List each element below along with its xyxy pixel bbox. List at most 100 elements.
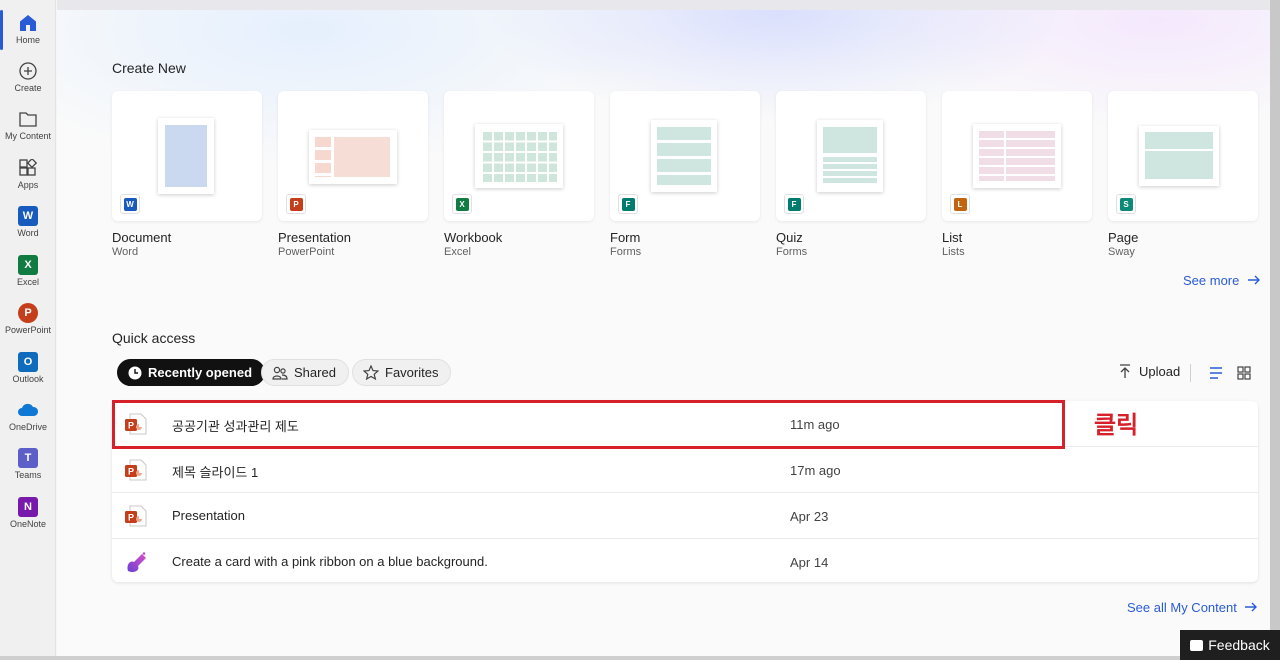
excel-icon: X [18,255,38,275]
window-edge-bottom [0,656,1280,660]
create-card-presentation[interactable]: P [278,91,428,221]
see-all-content-link[interactable]: See all My Content [1127,600,1258,616]
powerpoint-icon: P [18,303,38,323]
word-icon: W [18,206,38,226]
rail-teams[interactable]: T Teams [0,441,56,489]
create-card-list[interactable]: L [942,91,1092,221]
create-card-form[interactable]: F [610,91,760,221]
rail-my-content[interactable]: My Content [0,102,56,150]
card-subtitle: Excel [444,246,471,258]
powerpoint-file-icon: P [124,412,148,436]
card-title: Form [610,230,641,245]
feedback-icon [1190,639,1204,651]
file-row[interactable]: P Presentation Apr 23 [112,493,1258,539]
powerpoint-file-icon: P [124,504,148,528]
onenote-icon: N [18,497,38,517]
upload-icon [1119,364,1131,379]
svg-text:P: P [128,421,134,431]
word-badge-icon: W [120,194,140,214]
top-strip [57,0,1270,10]
left-rail: Home Create My Content Apps W Word X Exc… [0,0,56,660]
rail-label: Home [15,35,40,45]
toolbar-divider [1190,364,1191,382]
quiz-thumbnail [817,120,883,192]
file-row[interactable]: P 공공기관 성과관리 제도 11m ago [112,401,1258,447]
rail-label: Create [14,83,42,93]
file-row[interactable]: P 제목 슬라이드 1 17m ago [112,447,1258,493]
create-card-page[interactable]: S [1108,91,1258,221]
card-title: Quiz [776,230,803,245]
presentation-thumbnail [309,130,397,184]
rail-word[interactable]: W Word [0,199,56,247]
powerpoint-file-icon: P [124,458,148,482]
sway-thumbnail [1139,126,1219,186]
see-more-link[interactable]: See more [1183,273,1261,289]
rail-label: Teams [14,470,42,480]
workbook-thumbnail [475,124,563,188]
create-new-title: Create New [112,60,186,76]
rail-label: Apps [17,180,39,190]
create-card-quiz[interactable]: F [776,91,926,221]
svg-text:P: P [128,513,134,523]
document-thumbnail [158,118,214,194]
tab-favorites[interactable]: Favorites [352,359,452,386]
svg-text:P: P [128,467,134,477]
rail-apps[interactable]: Apps [0,151,56,199]
rail-home[interactable]: Home [0,6,56,54]
window-edge [1270,0,1280,660]
main-content: Create New W P X F F L S Document Word P… [57,0,1270,660]
plus-circle-icon [17,60,39,82]
rail-excel[interactable]: X Excel [0,248,56,296]
rail-label: Word [17,228,39,238]
file-row[interactable]: Create a card with a pink ribbon on a bl… [112,539,1258,582]
tab-recently-opened[interactable]: Recently opened [117,359,266,386]
rail-label: OneDrive [8,422,47,432]
clock-icon [128,366,142,380]
excel-badge-icon: X [452,194,472,214]
card-subtitle: PowerPoint [278,246,335,258]
file-time: 17m ago [790,463,841,478]
teams-icon: T [18,448,38,468]
card-title: Document [112,230,172,245]
recent-file-list: P 공공기관 성과관리 제도 11m ago P 제목 슬라이드 1 17m a… [112,401,1258,582]
form-thumbnail [651,120,717,192]
rail-label: Excel [16,277,39,287]
tab-shared[interactable]: Shared [261,359,349,386]
feedback-button[interactable]: Feedback [1180,630,1280,660]
create-card-workbook[interactable]: X [444,91,594,221]
file-name: Presentation [172,508,245,523]
card-title: List [942,230,963,245]
rail-label: OneNote [9,519,47,529]
card-subtitle: Forms [776,246,808,258]
file-name: 공공기관 성과관리 제도 [172,419,299,434]
upload-button[interactable]: Upload [1119,364,1180,379]
apps-icon [17,157,39,179]
powerpoint-badge-icon: P [286,194,306,214]
list-view-icon [1209,367,1223,379]
file-time: 11m ago [790,417,840,432]
file-name: 제목 슬라이드 1 [172,465,259,480]
rail-outlook[interactable]: O Outlook [0,345,56,393]
rail-onenote[interactable]: N OneNote [0,490,56,538]
rail-onedrive[interactable]: OneDrive [0,393,56,441]
rail-powerpoint[interactable]: P PowerPoint [0,296,56,344]
forms-badge-icon: F [618,194,638,214]
grid-view-button[interactable] [1234,364,1254,382]
card-title: Page [1108,230,1139,245]
card-title: Workbook [444,230,503,245]
grid-view-icon [1237,366,1251,380]
lists-badge-icon: L [950,194,970,214]
card-subtitle: Word [112,246,139,258]
forms-badge-icon: F [784,194,804,214]
list-view-button[interactable] [1206,364,1226,382]
home-icon [17,12,39,34]
star-icon [363,365,379,380]
file-name: Create a card with a pink ribbon on a bl… [172,554,488,569]
folder-icon [17,108,39,130]
quick-access-title: Quick access [112,330,196,346]
create-card-document[interactable]: W [112,91,262,221]
card-subtitle: Sway [1108,246,1135,258]
people-icon [272,366,288,380]
outlook-icon: O [18,352,38,372]
rail-create[interactable]: Create [0,54,56,102]
